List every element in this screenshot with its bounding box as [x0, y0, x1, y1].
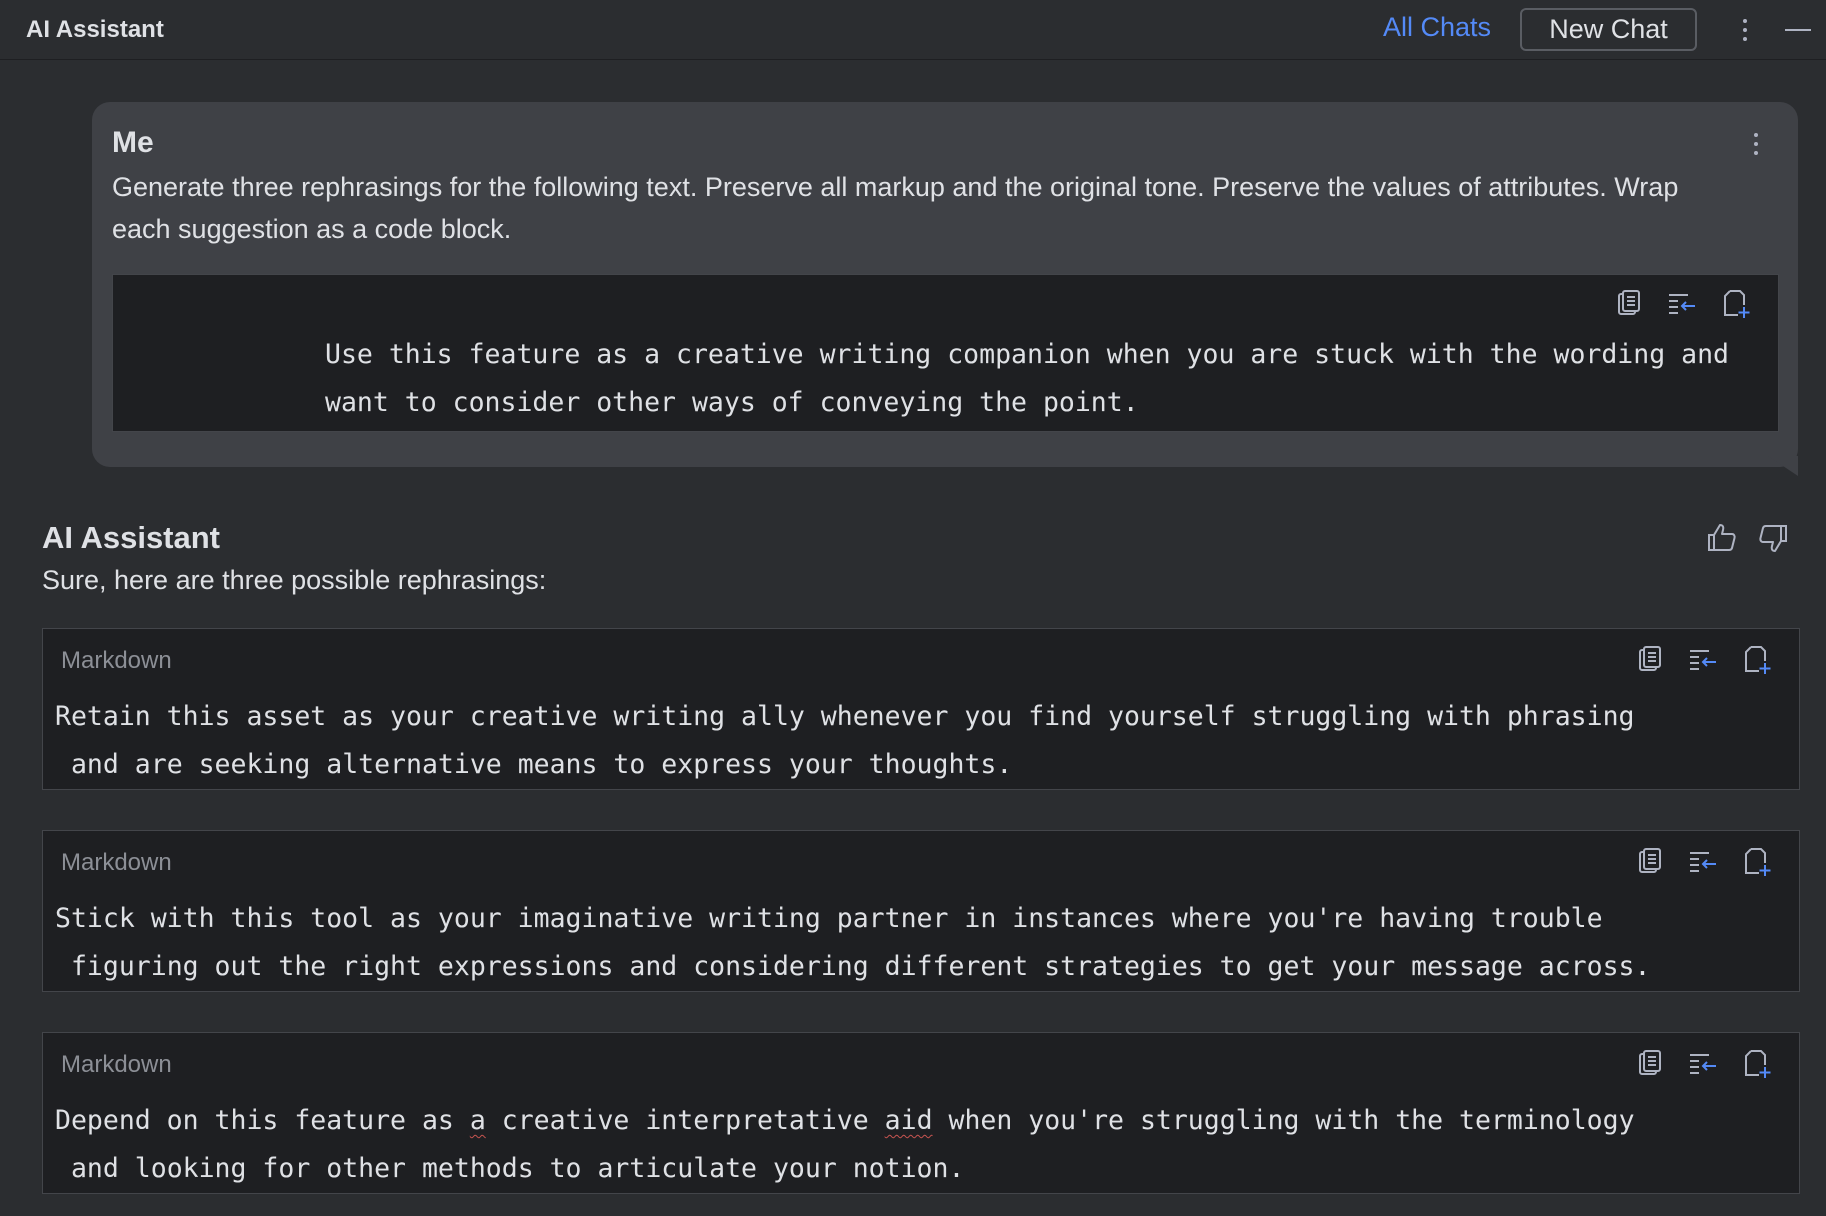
code-text-span: Depend on this feature as [55, 1105, 470, 1136]
code-language-label: Markdown [61, 647, 172, 674]
insert-snippet-icon[interactable] [1687, 643, 1719, 675]
copy-icon[interactable] [1633, 643, 1665, 675]
insert-snippet-icon[interactable] [1687, 845, 1719, 877]
code-text-span: creative interpretative [485, 1105, 885, 1136]
insert-snippet-icon[interactable] [1687, 1047, 1719, 1079]
assistant-message-author: AI Assistant [42, 520, 221, 555]
code-language-label: Markdown [61, 1051, 172, 1078]
user-message-text: Generate three rephrasings for the follo… [112, 172, 1679, 244]
new-file-icon[interactable] [1741, 845, 1773, 877]
code-toolbar [1633, 1047, 1773, 1079]
code-line: figuring out the right expressions and c… [55, 951, 1651, 982]
suggestion-code-text: Stick with this tool as your imaginative… [55, 895, 1795, 991]
user-message-bubble: Me Generate three rephrasings for the fo… [92, 102, 1798, 467]
new-file-icon[interactable] [1741, 1047, 1773, 1079]
spellcheck-word: aid [884, 1105, 933, 1136]
code-toolbar [1633, 845, 1773, 877]
user-code-text: Use this feature as a creative writing c… [325, 339, 1745, 418]
user-code-block: Use this feature as a creative writing c… [112, 274, 1779, 432]
spellcheck-word: a [469, 1105, 486, 1136]
copy-icon[interactable] [1633, 845, 1665, 877]
thumbs-up-icon[interactable] [1705, 520, 1739, 554]
assistant-intro-text: Sure, here are three possible rephrasing… [42, 565, 547, 595]
suggestion-code-text: Retain this asset as your creative writi… [55, 693, 1795, 789]
all-chats-link[interactable]: All Chats [1383, 12, 1491, 43]
code-toolbar [1633, 643, 1773, 675]
suggestion-code-text: Depend on this feature as a creative int… [55, 1097, 1795, 1193]
message-more-icon[interactable] [1744, 126, 1768, 162]
new-file-icon[interactable] [1741, 643, 1773, 675]
more-options-icon[interactable] [1733, 12, 1757, 48]
suggestion-code-block: Markdown Depend on this feature as a cre… [42, 1032, 1800, 1194]
code-line: and looking for other methods to articul… [55, 1153, 965, 1184]
copy-icon[interactable] [1633, 1047, 1665, 1079]
code-line: and are seeking alternative means to exp… [55, 749, 1013, 780]
new-chat-button[interactable]: New Chat [1520, 8, 1697, 51]
code-line: Retain this asset as your creative writi… [55, 701, 1635, 732]
user-message-author: Me [112, 126, 154, 159]
suggestion-code-block: Markdown Retain this asset as your creat… [42, 628, 1800, 790]
minimize-icon[interactable] [1785, 29, 1811, 31]
tool-window-title: AI Assistant [26, 16, 164, 43]
tool-window-header: AI Assistant All Chats New Chat [0, 0, 1826, 60]
code-toolbar [1612, 287, 1752, 319]
code-text-span: when you're struggling with the terminol… [932, 1105, 1635, 1136]
suggestion-code-block: Markdown Stick with this tool as your im… [42, 830, 1800, 992]
code-language-label: Markdown [61, 849, 172, 876]
new-file-icon[interactable] [1720, 287, 1752, 319]
copy-icon[interactable] [1612, 287, 1644, 319]
code-line: Depend on this feature as a creative int… [55, 1097, 1795, 1145]
code-line: Stick with this tool as your imaginative… [55, 903, 1603, 934]
thumbs-down-icon[interactable] [1756, 522, 1790, 556]
insert-snippet-icon[interactable] [1666, 287, 1698, 319]
